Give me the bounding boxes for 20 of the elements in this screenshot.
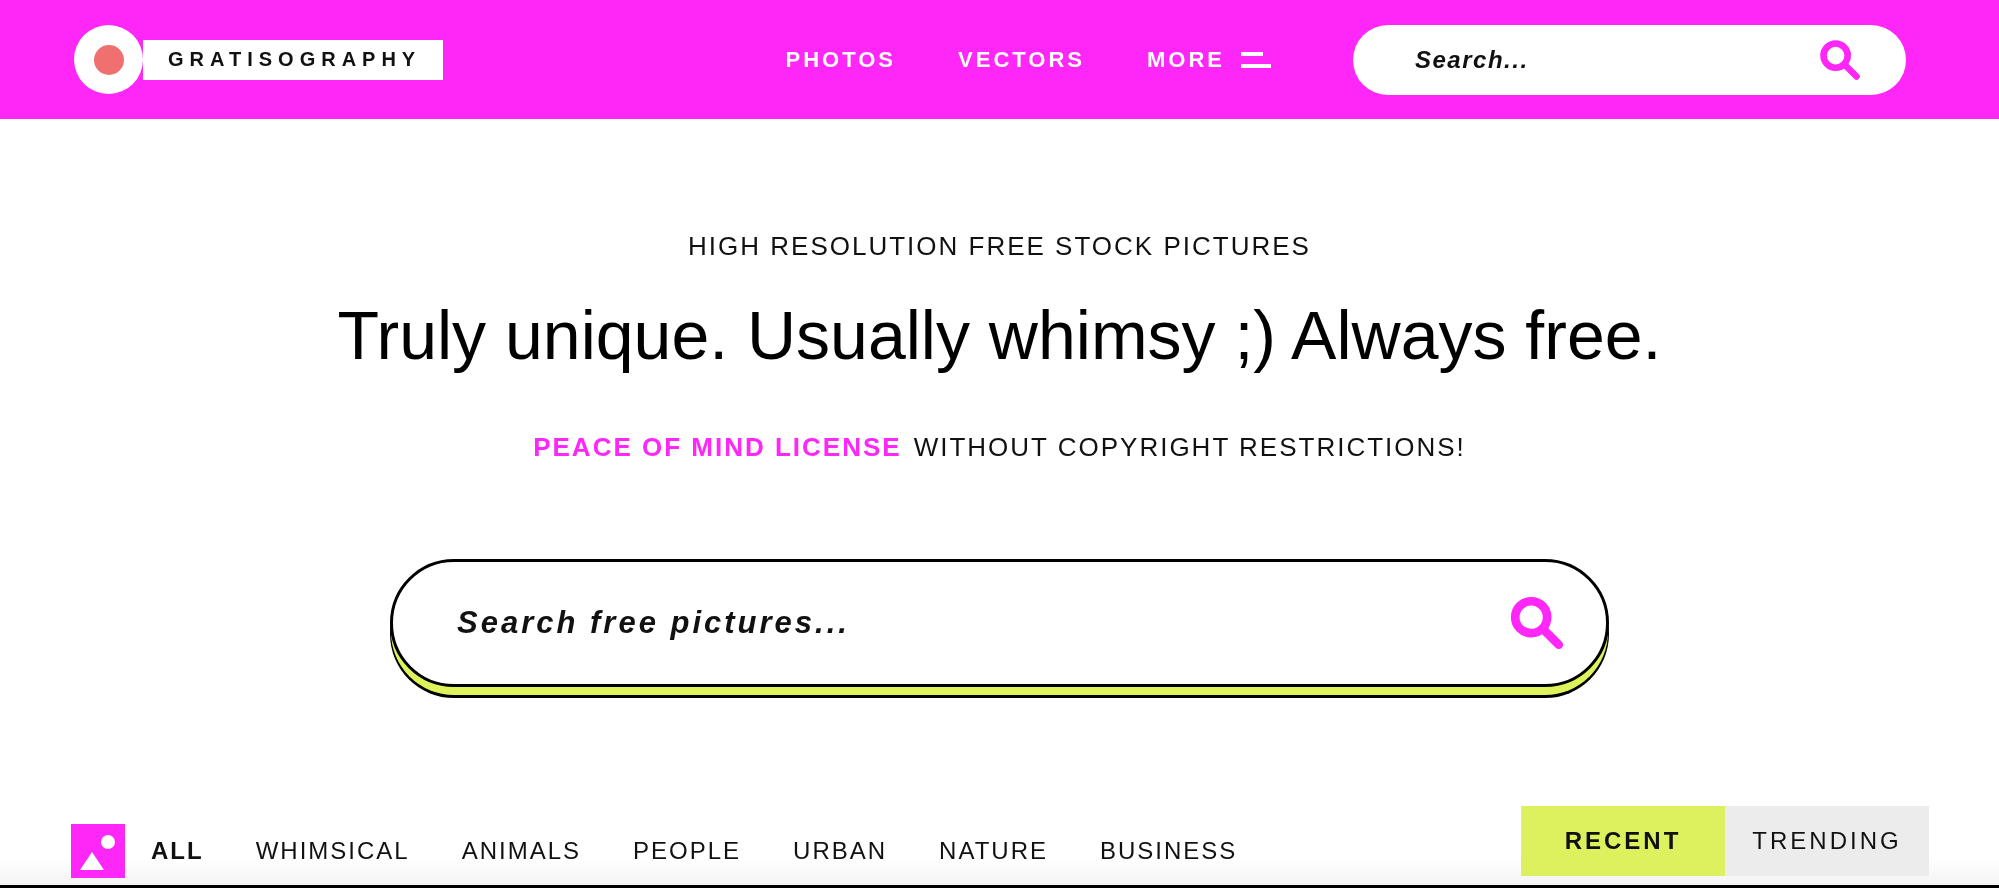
image-icon[interactable] [71, 823, 125, 878]
search-input[interactable]: Search... [1413, 44, 1818, 75]
search-input[interactable]: Search free pictures... [455, 604, 1508, 642]
license-text: WITHOUT COPYRIGHT RESTRICTIONS! [913, 432, 1466, 463]
search-bar[interactable]: Search... [1353, 24, 1906, 95]
category-tab[interactable]: BUSINESS [1100, 836, 1238, 865]
search-icon[interactable] [1818, 37, 1862, 82]
sort-tab[interactable]: TRENDING [1725, 806, 1929, 876]
headline: Truly unique. Usually whimsy ;) Always free. [337, 296, 1662, 374]
subtitle: HIGH RESOLUTION FREE STOCK PICTURES [688, 231, 1311, 262]
category-tab[interactable]: PEOPLE [633, 836, 742, 865]
category-tab[interactable]: ANIMALS [461, 836, 582, 865]
search-icon[interactable] [1508, 594, 1566, 652]
logo[interactable]: GRATISOGRAPHY [143, 39, 444, 80]
sort-tab[interactable]: RECENT [1521, 806, 1725, 876]
menu-icon [1241, 49, 1271, 70]
category-tab[interactable]: URBAN [793, 836, 888, 865]
category-tab[interactable]: WHIMSICAL [255, 836, 410, 865]
category-tab[interactable]: ALL [151, 836, 204, 865]
category-tab[interactable]: NATURE [939, 836, 1048, 865]
